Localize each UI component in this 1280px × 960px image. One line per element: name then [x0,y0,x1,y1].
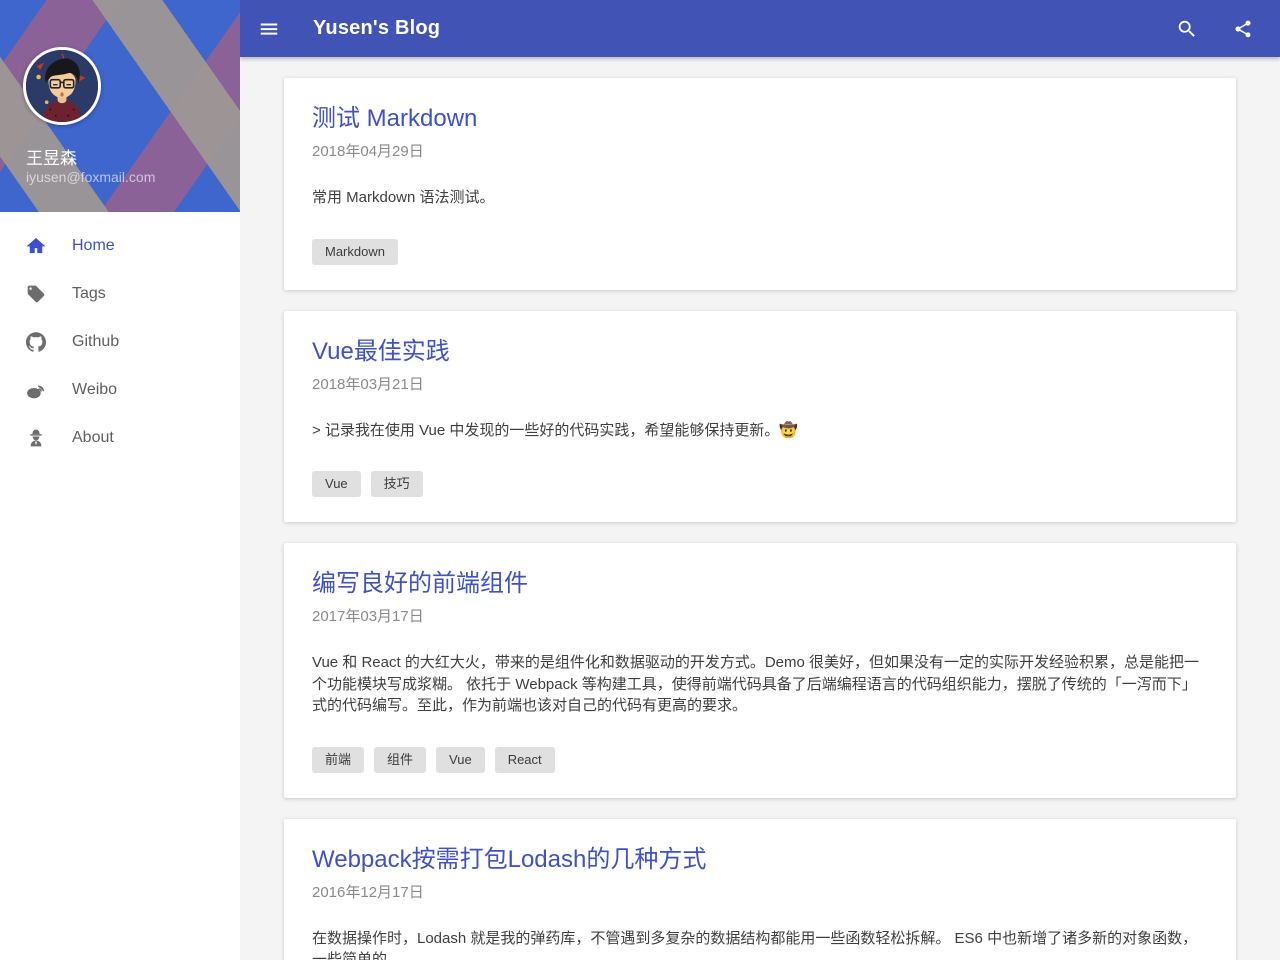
sidebar-item-home[interactable]: Home [0,222,240,270]
post-card: Webpack按需打包Lodash的几种方式 2016年12月17日 在数据操作… [284,819,1236,960]
toolbar-actions [1174,16,1256,42]
post-tags: Vue 技巧 [312,471,1208,497]
post-excerpt: 在数据操作时，Lodash 就是我的弹药库，不管遇到多复杂的数据结构都能用一些函… [312,928,1208,960]
post-title-link[interactable]: 编写良好的前端组件 [312,569,528,599]
search-icon [1176,18,1198,40]
hamburger-icon [258,18,280,40]
blog-app: 王昱森 iyusen@foxmail.com Home Tags Gith [0,0,1280,960]
tag-icon [26,284,46,304]
sidebar-item-label: Github [72,333,119,351]
post-list: 测试 Markdown 2018年04月29日 常用 Markdown 语法测试… [240,57,1280,960]
home-icon [26,236,46,256]
sidebar-item-label: Tags [72,285,106,303]
tag-chip[interactable]: React [495,747,555,773]
tag-chip[interactable]: 组件 [374,747,426,773]
post-date: 2018年03月21日 [312,373,1208,394]
share-button[interactable] [1230,16,1256,42]
profile-name: 王昱森 [26,144,77,169]
profile-header: 王昱森 iyusen@foxmail.com [0,0,240,212]
post-date: 2016年12月17日 [312,881,1208,902]
post-tags: 前端 组件 Vue React [312,747,1208,773]
sidebar: 王昱森 iyusen@foxmail.com Home Tags Gith [0,0,240,960]
search-button[interactable] [1174,16,1200,42]
app-toolbar: Yusen's Blog [240,0,1280,57]
github-icon [26,332,46,352]
post-date: 2017年03月17日 [312,605,1208,626]
post-excerpt: Vue 和 React 的大红大火，带来的是组件化和数据驱动的开发方式。Demo… [312,652,1208,717]
post-tags: Markdown [312,239,1208,265]
post-card: 编写良好的前端组件 2017年03月17日 Vue 和 React 的大红大火，… [284,543,1236,798]
post-card: Vue最佳实践 2018年03月21日 > 记录我在使用 Vue 中发现的一些好… [284,311,1236,523]
sidebar-item-label: Home [72,237,115,255]
tag-chip[interactable]: Markdown [312,239,398,265]
app-title: Yusen's Blog [313,17,440,40]
profile-email: iyusen@foxmail.com [26,169,155,185]
sidebar-item-label: Weibo [72,381,117,399]
post-title-link[interactable]: Vue最佳实践 [312,337,450,367]
post-title-link[interactable]: Webpack按需打包Lodash的几种方式 [312,845,706,875]
sidebar-item-tags[interactable]: Tags [0,270,240,318]
sidebar-item-weibo[interactable]: Weibo [0,366,240,414]
sidebar-item-label: About [72,429,114,447]
tag-chip[interactable]: Vue [436,747,485,773]
sidebar-item-github[interactable]: Github [0,318,240,366]
cartoon-avatar-icon [26,50,98,122]
post-title-link[interactable]: 测试 Markdown [312,104,477,134]
post-card: 测试 Markdown 2018年04月29日 常用 Markdown 语法测试… [284,78,1236,290]
user-secret-icon [26,428,46,448]
weibo-icon [26,380,46,400]
tag-chip[interactable]: Vue [312,471,361,497]
avatar[interactable] [23,47,101,125]
sidebar-menu: Home Tags Github [0,212,240,462]
share-icon [1233,19,1253,39]
tag-chip[interactable]: 前端 [312,747,364,773]
sidebar-item-about[interactable]: About [0,414,240,462]
tag-chip[interactable]: 技巧 [371,471,423,497]
menu-button[interactable] [256,16,282,42]
post-excerpt: 常用 Markdown 语法测试。 [312,187,1208,209]
post-date: 2018年04月29日 [312,140,1208,161]
post-excerpt: > 记录我在使用 Vue 中发现的一些好的代码实践，希望能够保持更新。🤠 [312,420,1208,442]
